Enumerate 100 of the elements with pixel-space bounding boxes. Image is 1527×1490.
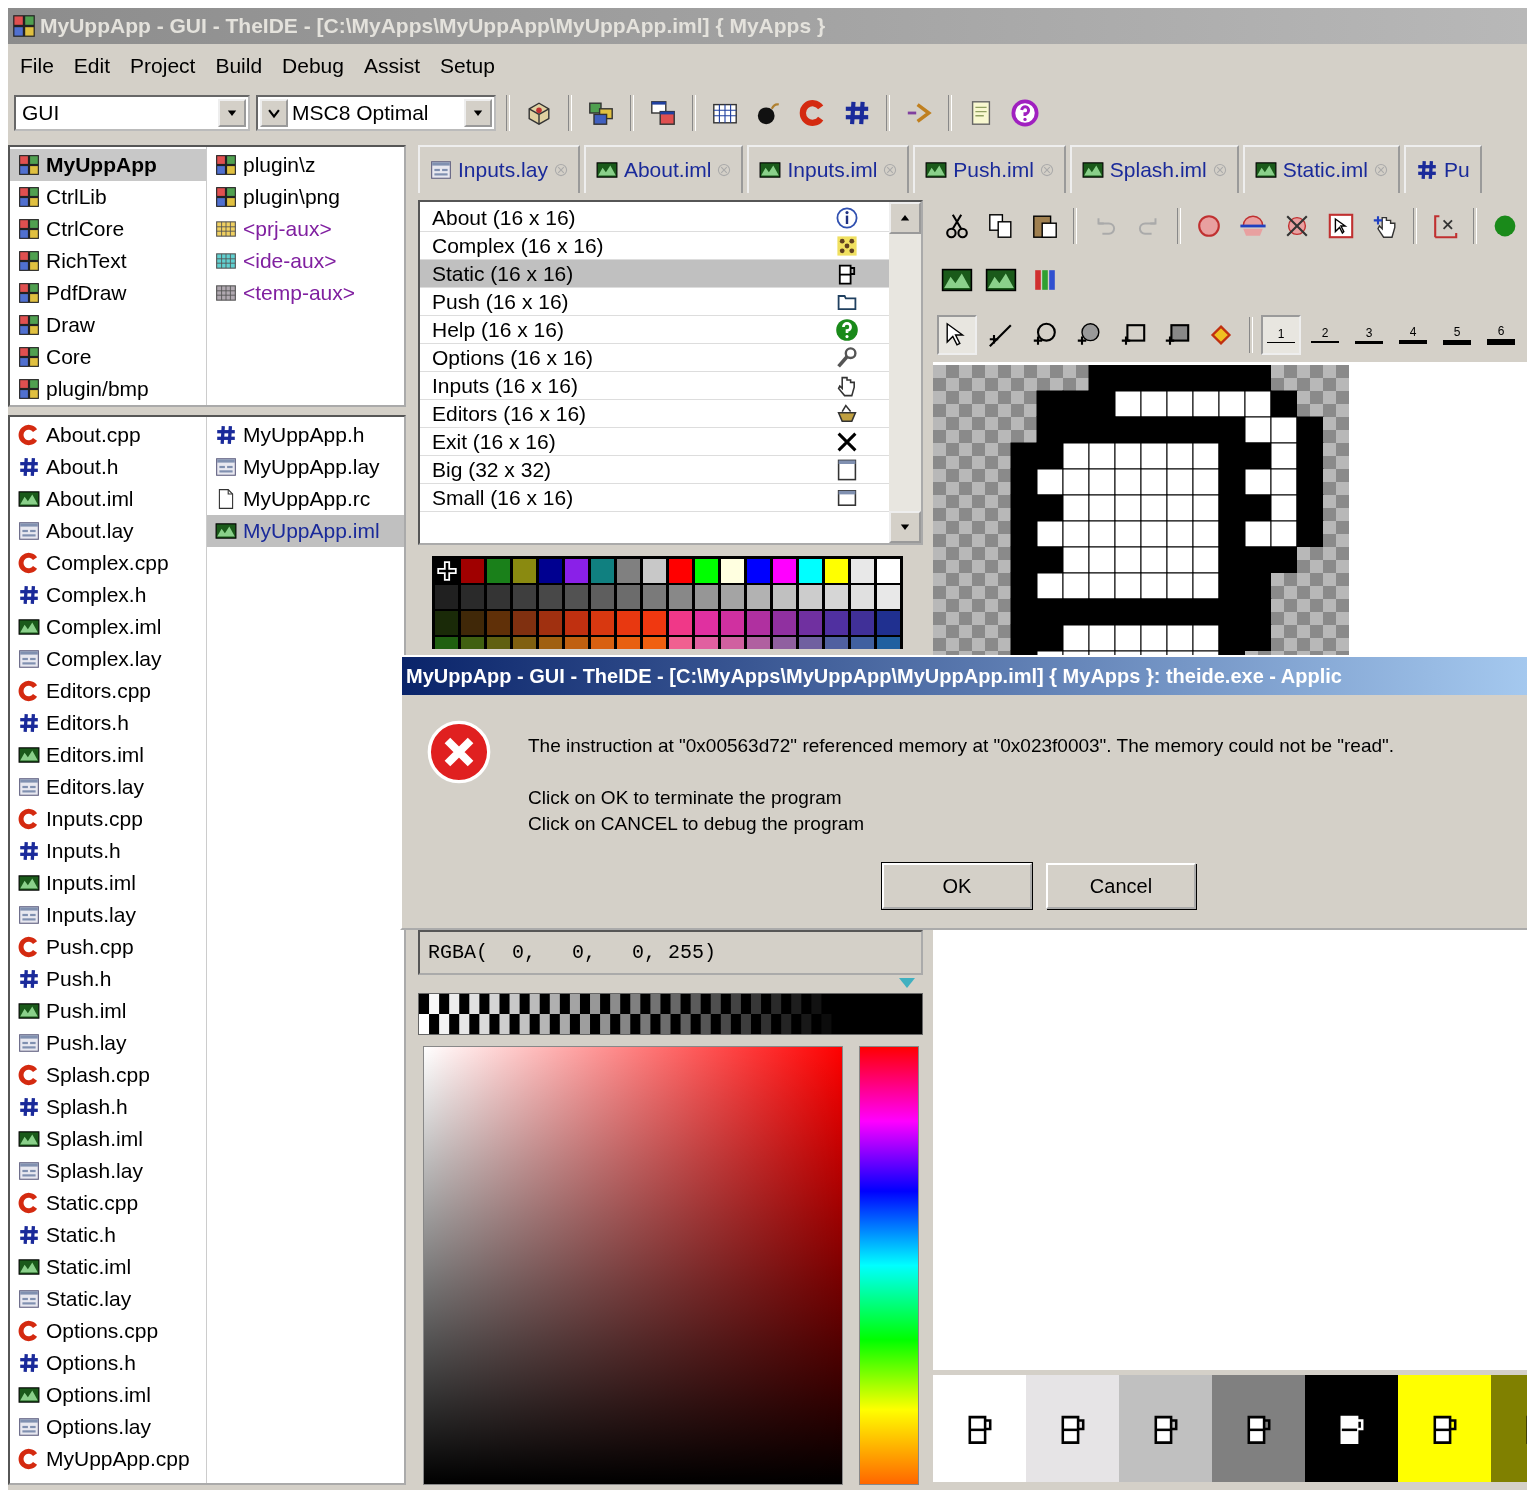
color-swatch[interactable] — [513, 585, 536, 609]
color-swatch[interactable] — [825, 611, 848, 635]
file-entry[interactable]: Splash.lay — [10, 1155, 206, 1187]
line-width-button[interactable]: 6 — [1481, 314, 1521, 355]
help-icon[interactable] — [1010, 98, 1040, 128]
hue-bar[interactable] — [859, 1046, 919, 1485]
file-entry[interactable]: Editors.lay — [10, 771, 206, 803]
file-entry[interactable]: Splash.iml — [10, 1123, 206, 1155]
color-swatch[interactable] — [851, 585, 874, 609]
color-swatch[interactable] — [877, 637, 900, 649]
resize-icon[interactable] — [1431, 212, 1459, 240]
color-swatch[interactable] — [565, 637, 588, 649]
color-swatch[interactable] — [721, 637, 744, 649]
file-entry[interactable]: About.cpp — [10, 419, 206, 451]
line-width-button[interactable]: 2 — [1305, 314, 1345, 355]
color-swatch[interactable] — [565, 611, 588, 635]
color-swatch[interactable] — [435, 611, 458, 635]
image-item[interactable]: About (16 x 16) — [420, 204, 889, 232]
line-width-button[interactable]: 4 — [1393, 314, 1433, 355]
package-item[interactable]: RichText — [10, 245, 206, 277]
color-swatch[interactable] — [461, 585, 484, 609]
file-entry[interactable]: Options.lay — [10, 1411, 206, 1443]
color-swatch[interactable] — [487, 611, 510, 635]
color-swatch[interactable] — [643, 559, 666, 583]
package-item[interactable]: <prj-aux> — [207, 213, 404, 245]
color-swatch[interactable] — [513, 559, 536, 583]
close-icon[interactable] — [717, 163, 732, 177]
image-item[interactable]: Small (16 x 16) — [420, 484, 889, 512]
file-entry[interactable]: Complex.cpp — [10, 547, 206, 579]
color-swatch[interactable] — [461, 559, 484, 583]
dot-icon[interactable] — [1492, 213, 1518, 239]
file-entry[interactable]: MyUppApp.lay — [207, 451, 404, 483]
color-swatch[interactable] — [773, 611, 796, 635]
color-swatch[interactable] — [851, 559, 874, 583]
cut-icon[interactable] — [943, 212, 971, 240]
color-swatch[interactable] — [487, 637, 510, 649]
color-swatch[interactable] — [435, 637, 458, 649]
slider-thumb[interactable] — [898, 978, 915, 988]
dialog-button[interactable]: Cancel — [1046, 863, 1196, 909]
color-swatch[interactable] — [591, 559, 614, 583]
close-icon[interactable] — [1039, 163, 1054, 177]
file-entry[interactable]: Inputs.cpp — [10, 803, 206, 835]
color-swatch[interactable] — [461, 611, 484, 635]
background-swatch[interactable] — [1398, 1375, 1491, 1482]
color-swatch[interactable] — [851, 611, 874, 635]
menu-item[interactable]: Setup — [432, 50, 507, 82]
file-entry[interactable]: MyUppApp.rc — [207, 483, 404, 515]
color-swatch[interactable] — [877, 585, 900, 609]
color-swatch[interactable] — [669, 637, 692, 649]
file-entry[interactable]: Inputs.h — [10, 835, 206, 867]
color-swatch[interactable] — [825, 585, 848, 609]
package-item[interactable]: plugin\png — [207, 181, 404, 213]
color-palette[interactable] — [432, 556, 903, 649]
dialog-button[interactable]: OK — [882, 863, 1032, 909]
file-entry[interactable]: Options.h — [10, 1347, 206, 1379]
color-swatch[interactable] — [643, 611, 666, 635]
file-entry[interactable]: Editors.h — [10, 707, 206, 739]
build-method-dropdown[interactable]: MSC8 Optimal — [256, 95, 496, 131]
color-swatch[interactable] — [669, 611, 692, 635]
background-swatch[interactable] — [1026, 1375, 1119, 1482]
file-entry[interactable]: Static.lay — [10, 1283, 206, 1315]
file-entry[interactable]: Push.lay — [10, 1027, 206, 1059]
copy-icon[interactable] — [987, 212, 1015, 240]
package-item[interactable]: Core — [10, 341, 206, 373]
image-item[interactable]: Help (16 x 16) — [420, 316, 889, 344]
color-swatch[interactable] — [799, 559, 822, 583]
menu-item[interactable]: Build — [207, 50, 275, 82]
color-swatch[interactable] — [721, 585, 744, 609]
circle-icon[interactable] — [1195, 212, 1223, 240]
tab[interactable]: Static.iml — [1242, 145, 1400, 193]
background-swatch[interactable] — [1119, 1375, 1212, 1482]
menu-item[interactable]: Assist — [356, 50, 432, 82]
color-swatch[interactable] — [695, 637, 718, 649]
scrollbar[interactable] — [889, 202, 921, 543]
package-item[interactable]: MyUppApp — [10, 149, 206, 181]
color-swatch[interactable] — [487, 559, 510, 583]
color-swatch[interactable] — [747, 611, 770, 635]
package-item[interactable]: CtrlCore — [10, 213, 206, 245]
file-entry[interactable]: About.h — [10, 451, 206, 483]
color-swatch[interactable] — [669, 559, 692, 583]
image-item[interactable]: Static (16 x 16) — [420, 260, 889, 288]
file-entry[interactable]: Static.h — [10, 1219, 206, 1251]
file-entry[interactable]: MyUppApp.cpp — [10, 1443, 206, 1475]
color-swatch[interactable] — [773, 637, 796, 649]
color-swatch[interactable] — [695, 585, 718, 609]
close-icon[interactable] — [553, 163, 568, 177]
color-swatch[interactable] — [695, 611, 718, 635]
file-entry[interactable]: Complex.h — [10, 579, 206, 611]
file-entry[interactable]: Options.iml — [10, 1379, 206, 1411]
file-entry[interactable]: MyUppApp.h — [207, 419, 404, 451]
color-swatch[interactable] — [435, 585, 458, 609]
image-item[interactable]: Big (32 x 32) — [420, 456, 889, 484]
image-item[interactable]: Editors (16 x 16) — [420, 400, 889, 428]
color-swatch[interactable] — [747, 585, 770, 609]
line-width-button[interactable]: 3 — [1349, 314, 1389, 355]
tab[interactable]: Push.iml — [913, 145, 1066, 193]
line-width-button[interactable]: 1 — [1261, 314, 1301, 355]
file-entry[interactable]: Push.iml — [10, 995, 206, 1027]
file-entry[interactable]: About.iml — [10, 483, 206, 515]
color-swatch[interactable] — [825, 637, 848, 649]
